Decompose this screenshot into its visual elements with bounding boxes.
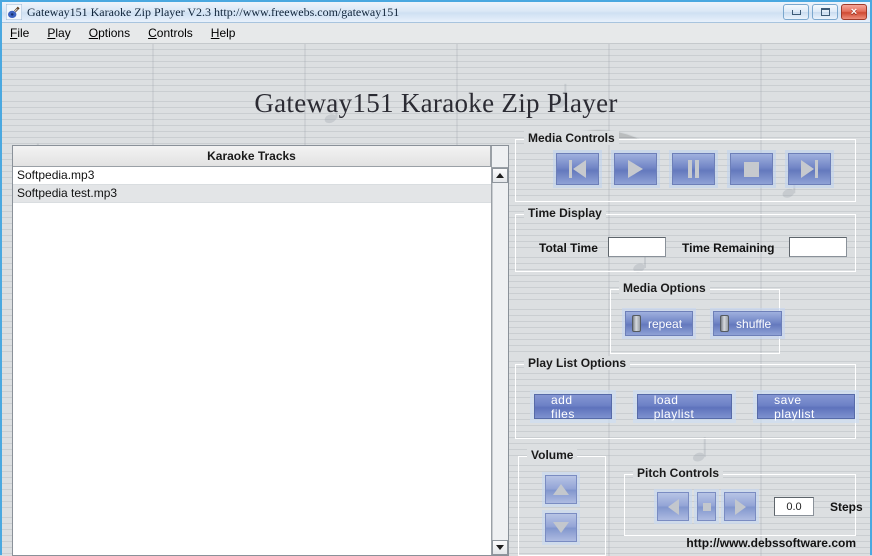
previous-button[interactable] xyxy=(556,153,599,185)
maximize-button[interactable] xyxy=(812,4,838,20)
next-button[interactable] xyxy=(788,153,831,185)
pitch-controls-legend: Pitch Controls xyxy=(633,466,724,480)
volume-legend: Volume xyxy=(527,448,578,462)
footer-url[interactable]: http://www.debssoftware.com xyxy=(686,536,856,550)
menu-label: elp xyxy=(219,26,236,40)
track-list-scrollbar[interactable] xyxy=(491,146,508,555)
playlist-buttons: add files load playlist save playlist xyxy=(534,393,856,421)
pitch-up-button[interactable] xyxy=(724,492,756,521)
next-icon xyxy=(801,160,818,178)
media-controls-legend: Media Controls xyxy=(524,131,619,145)
close-icon: × xyxy=(850,5,858,18)
application-window: Gateway151 Karaoke Zip Player V2.3 http:… xyxy=(0,0,872,556)
title-bar: Gateway151 Karaoke Zip Player V2.3 http:… xyxy=(2,2,870,23)
triangle-left-icon xyxy=(667,498,679,515)
playlist-options-legend: Play List Options xyxy=(524,356,631,370)
pitch-steps-label: Steps xyxy=(830,499,863,514)
maximize-icon xyxy=(820,8,830,16)
time-remaining-label: Time Remaining xyxy=(682,241,775,255)
close-button[interactable]: × xyxy=(841,4,867,20)
menu-label: ontrols xyxy=(156,26,193,40)
menu-item-help[interactable]: Help xyxy=(211,26,236,40)
total-time-label: Total Time xyxy=(539,241,598,255)
play-icon xyxy=(628,160,643,178)
time-remaining-field[interactable] xyxy=(789,237,847,257)
track-list-body: Karaoke Tracks Softpedia.mp3 Softpedia t… xyxy=(13,146,491,555)
save-playlist-button[interactable]: save playlist xyxy=(757,393,856,421)
scrollbar-corner xyxy=(492,146,508,168)
shuffle-toggle[interactable]: shuffle xyxy=(713,311,783,336)
stop-button[interactable] xyxy=(730,153,773,185)
minimize-icon xyxy=(791,9,801,15)
media-controls-group: Media Controls xyxy=(515,131,856,202)
menu-item-play[interactable]: Play xyxy=(47,26,70,40)
pause-button[interactable] xyxy=(672,153,715,185)
shuffle-indicator-icon xyxy=(720,315,730,332)
menu-label: ptions xyxy=(98,26,131,40)
scroll-down-button[interactable] xyxy=(492,540,508,555)
menu-label: ile xyxy=(17,26,30,40)
load-playlist-button[interactable]: load playlist xyxy=(636,393,733,421)
triangle-up-icon xyxy=(553,484,569,495)
menu-mnemonic: O xyxy=(88,26,99,40)
playlist-options-group: Play List Options add files load playlis… xyxy=(515,356,856,439)
time-display-legend: Time Display xyxy=(524,206,606,220)
volume-buttons xyxy=(545,475,577,542)
repeat-indicator-icon xyxy=(632,315,641,332)
media-options-group: Media Options repeat shuffle xyxy=(610,281,783,354)
scrollbar-track[interactable] xyxy=(492,183,508,540)
list-item[interactable]: Softpedia test.mp3 xyxy=(13,185,491,203)
scroll-up-button[interactable] xyxy=(492,168,508,183)
track-rows: Softpedia.mp3 Softpedia test.mp3 xyxy=(13,167,491,555)
stop-icon xyxy=(744,161,759,177)
pitch-controls-group: Pitch Controls 0.0 Steps xyxy=(624,466,863,536)
add-files-button[interactable]: add files xyxy=(534,393,612,421)
menu-item-controls[interactable]: Controls xyxy=(148,26,193,40)
menu-item-file[interactable]: File xyxy=(10,26,29,40)
window-buttons: × xyxy=(783,4,867,20)
time-display-group: Time Display Total Time Time Remaining xyxy=(515,206,856,272)
client-area: Gateway151 Karaoke Zip Player Karaoke Tr… xyxy=(2,44,870,556)
shuffle-label: shuffle xyxy=(736,316,772,331)
volume-down-button[interactable] xyxy=(545,513,577,542)
chevron-up-icon xyxy=(496,173,504,178)
menu-item-options[interactable]: Options xyxy=(89,26,130,40)
page-title: Gateway151 Karaoke Zip Player xyxy=(254,88,618,118)
track-list-header: Karaoke Tracks xyxy=(13,146,491,167)
menu-bar: File Play Options Controls Help xyxy=(2,23,870,44)
window-title: Gateway151 Karaoke Zip Player V2.3 http:… xyxy=(27,4,400,19)
chevron-down-icon xyxy=(496,545,504,550)
minimize-button[interactable] xyxy=(783,4,809,20)
media-buttons xyxy=(556,153,831,185)
pitch-reset-button[interactable] xyxy=(697,492,716,521)
list-item[interactable]: Softpedia.mp3 xyxy=(13,167,491,185)
pitch-down-button[interactable] xyxy=(657,492,689,521)
menu-mnemonic: C xyxy=(148,26,157,40)
menu-label: lay xyxy=(55,26,71,40)
media-options-buttons: repeat shuffle xyxy=(625,311,783,336)
media-options-legend: Media Options xyxy=(619,281,710,295)
pause-icon xyxy=(688,160,699,178)
previous-icon xyxy=(569,160,586,178)
volume-up-button[interactable] xyxy=(545,475,577,504)
pitch-buttons: 0.0 Steps xyxy=(657,492,863,521)
total-time-field[interactable] xyxy=(608,237,666,257)
karaoke-track-list[interactable]: Karaoke Tracks Softpedia.mp3 Softpedia t… xyxy=(12,145,509,556)
triangle-down-icon xyxy=(553,522,569,533)
play-button[interactable] xyxy=(614,153,657,185)
square-icon xyxy=(702,502,711,511)
triangle-right-icon xyxy=(734,498,746,515)
repeat-toggle[interactable]: repeat xyxy=(625,311,694,336)
pitch-steps-field[interactable]: 0.0 xyxy=(774,497,814,516)
volume-group: Volume xyxy=(518,448,606,556)
repeat-label: repeat xyxy=(648,316,683,331)
guitar-icon xyxy=(5,3,23,21)
